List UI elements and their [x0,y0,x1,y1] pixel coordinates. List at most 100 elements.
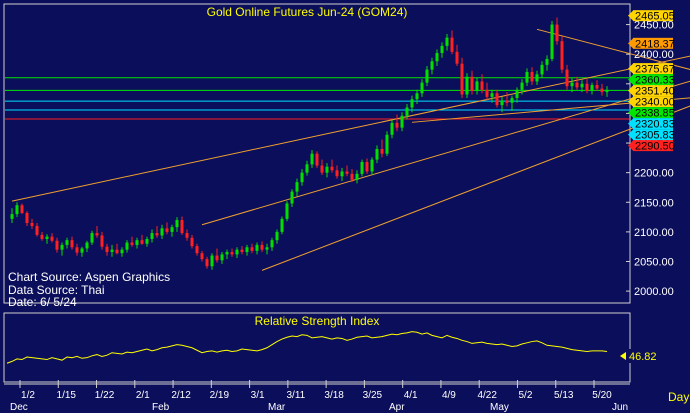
candle-body [145,238,149,244]
candle-body [50,236,54,241]
candle-body [45,236,49,239]
candle-body [405,107,409,116]
x-tick-label: 5/20 [592,390,612,401]
candle-body [265,247,269,250]
candle-body [555,24,559,42]
candle-body [20,205,24,213]
candle-body [425,69,429,83]
candle-body [35,225,39,235]
candle-body [565,69,569,87]
candle-body [575,82,579,88]
candle-body [10,214,14,219]
candle-body [320,165,324,173]
candle-body [345,171,349,174]
candle-body [410,99,414,108]
annotation-chart-source: Chart Source: Aspen Graphics [8,270,170,284]
candle-body [245,247,249,253]
candle-body [545,58,549,65]
candle-body [350,173,354,180]
candle-body [535,74,539,82]
horizontal-levels [5,77,629,120]
x-tick-label: 4/1 [404,390,418,401]
candle-body [150,233,154,239]
candle-body [585,83,589,91]
candle-body [390,122,394,135]
candle-body [220,254,224,261]
candle-body [40,234,44,239]
candle-body [445,37,449,46]
trendline [201,80,690,226]
candle-body [475,81,479,91]
x-tick-label: 3/11 [286,390,305,401]
x-tick-label: 2/19 [210,390,230,401]
candle-body [15,205,19,215]
candle-body [170,227,174,232]
candle-body [255,244,259,251]
candle-body [505,100,509,103]
rsi-last-value: 46.82 [629,351,657,363]
candle-body [290,191,294,204]
candle-body [110,249,114,253]
candle-body [125,242,129,250]
candle-body [500,100,504,106]
candle-body [95,233,99,236]
candle-body [480,81,484,90]
candle-body [510,98,514,103]
trendlines [11,28,690,271]
x-tick-label: 1/22 [95,390,115,401]
x-tick-label: 5/13 [554,390,574,401]
rsi-line [6,331,608,364]
x-tick-label: 1/15 [57,390,77,401]
candle-body [580,83,584,88]
candle-body [270,240,274,248]
candle-body [275,231,279,241]
candle-body [385,134,389,154]
y-tick-label: 2100.00 [634,227,674,239]
candle-body [135,240,139,245]
candle-body [140,240,144,244]
candle-body [570,82,574,87]
candle-body [435,53,439,62]
x-tick-label: 2/1 [136,390,150,401]
y-tick-label: 2200.00 [634,168,674,180]
x-tick-label: 4/9 [442,390,456,401]
candle-body [280,218,284,232]
rsi-last-value-arrow [620,352,626,360]
candle-body [60,244,64,250]
x-tick-label: 5/2 [519,390,533,401]
candle-body [365,161,369,172]
candle-body [515,89,519,99]
y-tick-label: 2050.00 [634,257,674,269]
date-axis: 1/2 1/15 1/22 2/1 2/12 2/19 3/1 3/11 3/18 3/25 4/1… [10,380,628,413]
candle-body [490,93,494,97]
candle-body [55,240,59,250]
month-label: May [490,402,509,413]
candle-body [80,248,84,253]
candle-body [430,61,434,70]
month-label: Mar [268,402,286,413]
candle-body [75,247,79,253]
candle-body [605,89,609,93]
candle-body [360,161,364,174]
candle-body [230,252,234,255]
candle-body [530,71,534,82]
y-tick-label: 2000.00 [634,286,674,298]
candle-body [590,84,594,91]
candle-body [175,220,179,228]
candle-body [340,171,344,177]
candle-body [395,122,399,128]
candle-body [465,76,469,95]
candle-body [225,252,229,255]
candle-body [485,89,489,97]
candle-body [25,212,29,224]
candle-body [470,76,474,91]
month-label: Feb [152,402,170,413]
candle-body [330,166,334,171]
candle-body [115,249,119,254]
candle-body [335,170,339,177]
candle-body [165,228,169,232]
candle-body [355,173,359,180]
candle-body [450,37,454,52]
candle-body [250,247,254,251]
chart-canvas: 2000.002050.002100.002150.002200.002250.… [3,3,690,413]
